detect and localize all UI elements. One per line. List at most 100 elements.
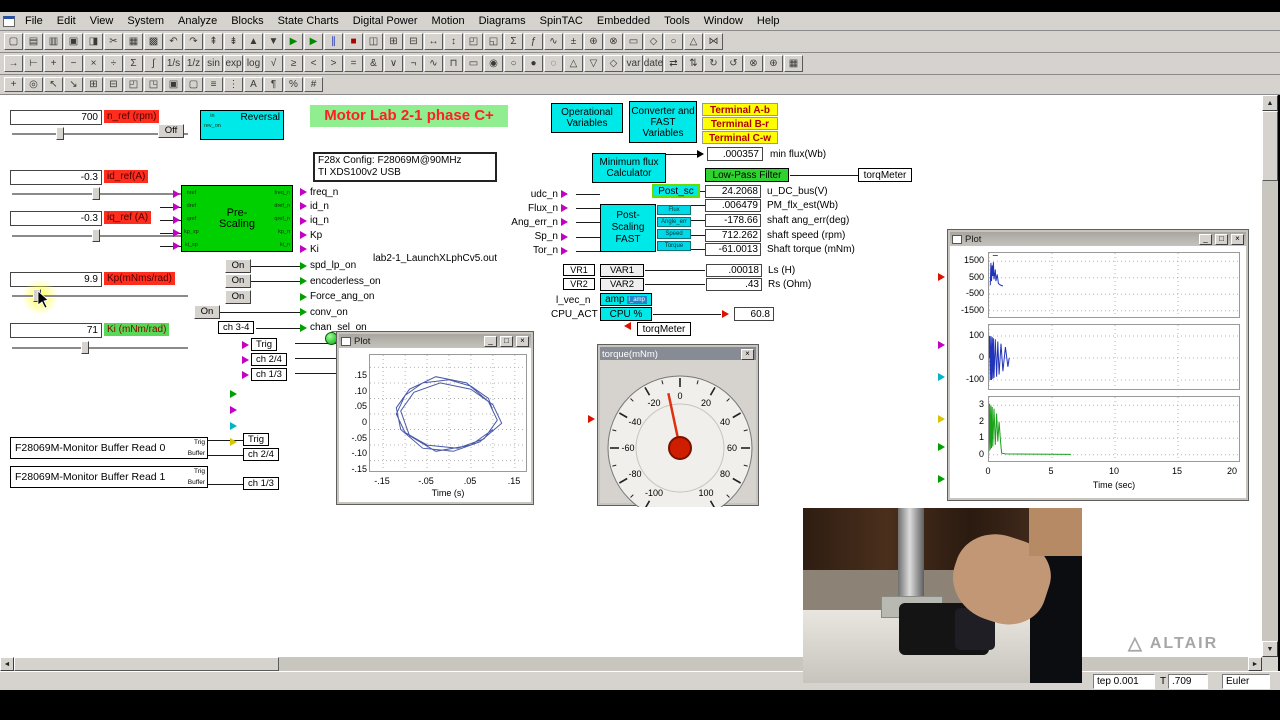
on-button-spd-lp[interactable]: On xyxy=(225,259,251,273)
toolbar-icon[interactable]: ↶ xyxy=(164,33,183,50)
menu-item[interactable]: Edit xyxy=(50,13,83,29)
toolbar-icon[interactable]: = xyxy=(344,55,363,72)
wire-label[interactable]: Ki xyxy=(300,242,338,256)
toolbar-icon[interactable]: ▢ xyxy=(4,33,23,50)
toolbar-icon[interactable]: exp xyxy=(224,55,243,72)
toolbar-icon[interactable]: ■ xyxy=(344,33,363,50)
on-button-encoderless[interactable]: On xyxy=(225,274,251,288)
window-system-icon[interactable] xyxy=(341,337,351,346)
toolbar-icon[interactable]: ▶ xyxy=(304,33,323,50)
toolbar-icon[interactable]: ▣ xyxy=(164,77,183,92)
toolbar-icon[interactable]: date xyxy=(644,55,663,72)
toolbar-icon[interactable]: + xyxy=(44,55,63,72)
monitor-buffer-read-1[interactable]: F28069M-Monitor Buffer Read 1 Trig Buffe… xyxy=(10,466,208,488)
vertical-scrollbar[interactable]: ▲ ▼ xyxy=(1262,95,1278,657)
wire-label[interactable]: conv_on xyxy=(300,305,381,321)
toolbar-icon[interactable]: ▦ xyxy=(124,33,143,50)
wire-label[interactable]: Force_ang_on xyxy=(300,289,381,305)
amp-block[interactable]: amp l_amp xyxy=(600,293,652,306)
slider-value-ki[interactable]: 71 xyxy=(10,323,102,338)
pre-scaling-block[interactable]: nrefdrefqrefkp_spki_sp freq_ndref_nqref_… xyxy=(181,185,293,252)
time-plot-titlebar[interactable]: Plot _ □ × xyxy=(950,232,1246,246)
slider-thumb[interactable] xyxy=(81,341,89,354)
toolbar-icon[interactable]: ↷ xyxy=(184,33,203,50)
buffer-tap-ch24[interactable]: ch 2/4 xyxy=(243,448,279,461)
xy-plot-window[interactable]: Plot _ □ × .15 .10 .05 0 -.05 -.10 -.15 … xyxy=(337,332,533,504)
slider-thumb[interactable] xyxy=(92,229,100,242)
toolbar-icon[interactable]: ⊞ xyxy=(384,33,403,50)
toolbar-icon[interactable]: ⇟ xyxy=(224,33,243,50)
toolbar-icon[interactable]: △ xyxy=(684,33,703,50)
wire-label[interactable]: Flux_n xyxy=(512,201,568,215)
cpu-block[interactable]: CPU % xyxy=(600,307,652,321)
toolbar-icon[interactable]: ✂ xyxy=(104,33,123,50)
scope-tap[interactable]: ch 2/4 xyxy=(242,352,287,367)
slider-track[interactable] xyxy=(12,347,188,350)
toolbar-icon[interactable]: ∿ xyxy=(544,33,563,50)
toolbar-icon[interactable]: > xyxy=(324,55,343,72)
toolbar-icon[interactable]: ▶ xyxy=(284,33,303,50)
menu-item[interactable]: Digital Power xyxy=(346,13,425,29)
toolbar-icon[interactable]: ◨ xyxy=(84,33,103,50)
toolbar-icon[interactable]: 1/s xyxy=(164,55,183,72)
toolbar-icon[interactable]: ⇞ xyxy=(204,33,223,50)
toolbar-icon[interactable]: sin xyxy=(204,55,223,72)
toolbar-icon[interactable]: Σ xyxy=(124,55,143,72)
toolbar-icon[interactable]: → xyxy=(4,55,23,72)
toolbar-icon[interactable]: ▽ xyxy=(584,55,603,72)
toolbar-icon[interactable]: ⊓ xyxy=(444,55,463,72)
terminal-block[interactable]: Terminal A-b xyxy=(702,103,778,116)
toolbar-icon[interactable]: ◱ xyxy=(484,33,503,50)
menu-item[interactable]: View xyxy=(83,13,121,29)
toolbar-icon[interactable]: × xyxy=(84,55,103,72)
toolbar-icon[interactable]: A xyxy=(244,77,263,92)
minimize-button[interactable]: _ xyxy=(1199,234,1212,245)
slider-track[interactable] xyxy=(12,235,188,238)
min-flux-calculator-block[interactable]: Minimum flux Calculator xyxy=(592,153,666,183)
terminal-block[interactable]: Terminal C-w xyxy=(702,131,778,144)
toolbar-icon[interactable]: ƒ xyxy=(524,33,543,50)
toolbar-icon[interactable]: ∨ xyxy=(384,55,403,72)
wire-label[interactable]: udc_n xyxy=(512,187,568,201)
toolbar-icon[interactable]: ↖ xyxy=(44,77,63,92)
toolbar-icon[interactable]: ↔ xyxy=(424,33,443,50)
toolbar-icon[interactable]: ○ xyxy=(664,33,683,50)
menu-item[interactable]: Window xyxy=(697,13,750,29)
terminal-block[interactable]: Terminal B-r xyxy=(702,117,778,130)
monitor-buffer-read-0[interactable]: F28069M-Monitor Buffer Read 0 Trig Buffe… xyxy=(10,437,208,459)
wire-label[interactable]: iq_n xyxy=(300,214,338,228)
menu-item[interactable]: System xyxy=(120,13,171,29)
menu-item[interactable]: File xyxy=(18,13,50,29)
toolbar-icon[interactable]: ¬ xyxy=(404,55,423,72)
scope-tap[interactable]: ch 1/3 xyxy=(242,367,287,382)
wire-label[interactable]: Ang_err_n xyxy=(512,215,568,229)
menu-item[interactable]: Analyze xyxy=(171,13,224,29)
time-plot-window[interactable]: Plot _ □ × 1500 500 -500 -1500 100 0 -10… xyxy=(948,230,1248,500)
torqmeter-block-mid[interactable]: torqMeter xyxy=(637,322,691,336)
wire-label[interactable]: id_n xyxy=(300,199,338,213)
torqmeter-block-top[interactable]: torqMeter xyxy=(858,168,912,182)
toolbar-icon[interactable]: ◳ xyxy=(144,77,163,92)
toolbar-icon[interactable]: ¶ xyxy=(264,77,283,92)
scroll-left-button[interactable]: ◄ xyxy=(0,657,14,671)
toolbar-icon[interactable]: ⊕ xyxy=(584,33,603,50)
scroll-down-button[interactable]: ▼ xyxy=(1262,641,1278,657)
toolbar-icon[interactable]: ▢ xyxy=(184,77,203,92)
slider-value-iq-ref[interactable]: -0.3 xyxy=(10,211,102,226)
on-button-force-ang[interactable]: On xyxy=(225,290,251,304)
slider-value-kp[interactable]: 9.9 xyxy=(10,272,102,287)
toolbar-icon[interactable]: ⊢ xyxy=(24,55,43,72)
toolbar-icon[interactable]: ▭ xyxy=(464,55,483,72)
gauge-titlebar[interactable]: torque(mNm) × xyxy=(600,347,756,361)
toolbar-icon[interactable]: ⊗ xyxy=(604,33,623,50)
wire-label[interactable]: spd_lp_on xyxy=(300,258,381,274)
toolbar-icon[interactable]: log xyxy=(244,55,263,72)
operational-variables-block[interactable]: Operational Variables xyxy=(551,103,623,133)
close-button[interactable]: × xyxy=(1231,234,1244,245)
converter-fast-variables-block[interactable]: Converter and FAST Variables xyxy=(629,101,697,143)
toolbar-icon[interactable]: ⇅ xyxy=(684,55,703,72)
slider-iq-ref[interactable] xyxy=(12,229,188,242)
toolbar-icon[interactable]: ↺ xyxy=(724,55,743,72)
menu-item[interactable]: Diagrams xyxy=(472,13,533,29)
horizontal-scroll-thumb[interactable] xyxy=(14,657,279,671)
